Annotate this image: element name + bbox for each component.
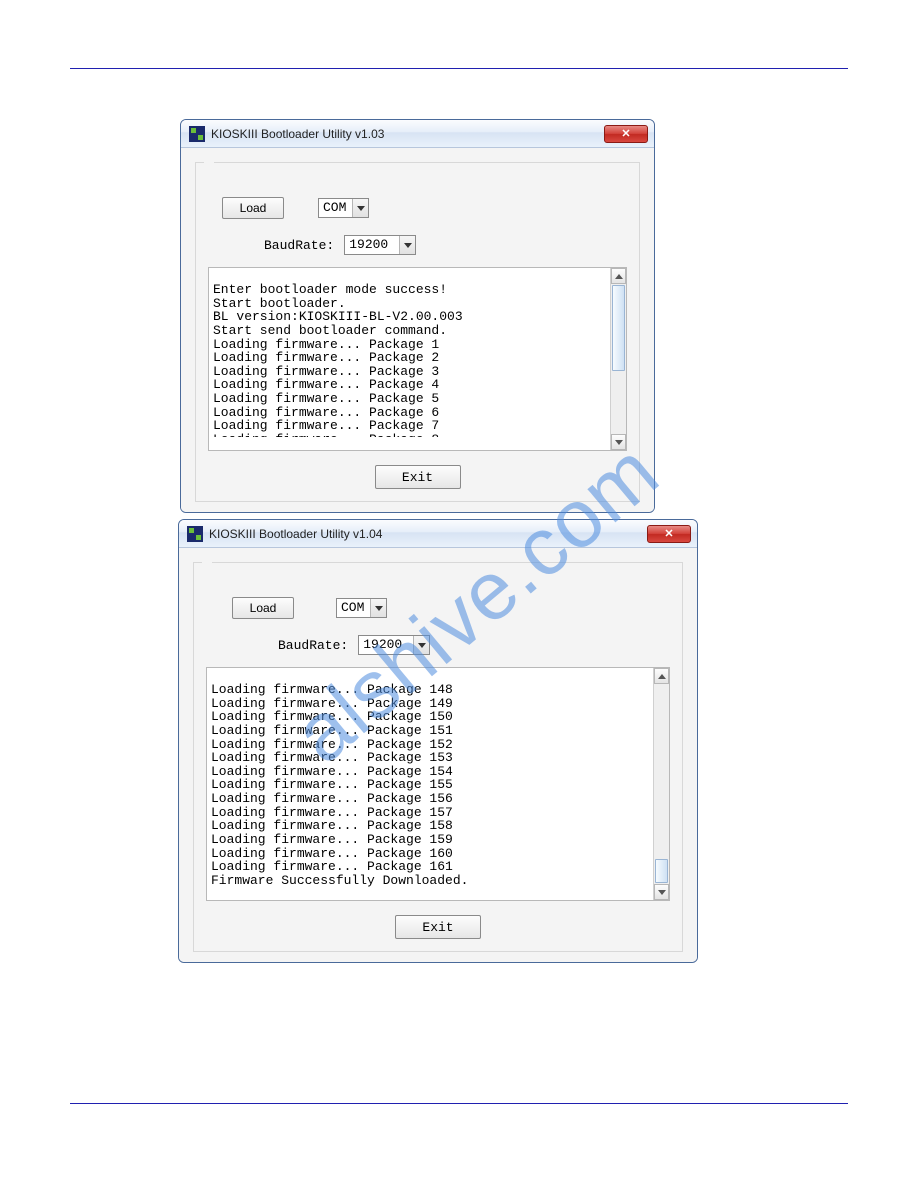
baudrate-select[interactable]: 19200 bbox=[358, 635, 430, 655]
close-button[interactable]: ✕ bbox=[647, 525, 691, 543]
chevron-down-icon[interactable] bbox=[399, 236, 415, 254]
scroll-thumb[interactable] bbox=[655, 859, 668, 883]
close-icon: ✕ bbox=[664, 527, 673, 540]
load-button[interactable]: Load bbox=[222, 197, 284, 219]
window-title: KIOSKIII Bootloader Utility v1.04 bbox=[209, 527, 647, 541]
exit-button[interactable]: Exit bbox=[395, 915, 481, 939]
scroll-thumb[interactable] bbox=[612, 285, 625, 371]
titlebar[interactable]: KIOSKIII Bootloader Utility v1.04 ✕ bbox=[179, 520, 697, 548]
chevron-down-icon[interactable] bbox=[352, 199, 368, 217]
scrollbar[interactable] bbox=[653, 668, 669, 900]
scroll-down-button[interactable] bbox=[654, 884, 669, 900]
scroll-up-button[interactable] bbox=[654, 668, 669, 684]
exit-button[interactable]: Exit bbox=[375, 465, 461, 489]
baudrate-value: 19200 bbox=[345, 236, 399, 254]
log-output: Enter bootloader mode success! Start boo… bbox=[208, 267, 627, 451]
load-button[interactable]: Load bbox=[232, 597, 294, 619]
com-port-value: COM bbox=[337, 599, 370, 617]
bootloader-window-1: KIOSKIII Bootloader Utility v1.03 ✕ Load… bbox=[180, 119, 655, 513]
group-box: Load COM BaudRate: 19200 Enter bootloade… bbox=[195, 162, 640, 502]
baudrate-label: BaudRate: bbox=[264, 238, 334, 253]
scrollbar[interactable] bbox=[610, 268, 626, 450]
log-text: Enter bootloader mode success! Start boo… bbox=[209, 281, 610, 437]
group-box: Load COM BaudRate: 19200 Loading firmwar… bbox=[193, 562, 683, 952]
scroll-up-button[interactable] bbox=[611, 268, 626, 284]
com-port-value: COM bbox=[319, 199, 352, 217]
baudrate-value: 19200 bbox=[359, 636, 413, 654]
chevron-down-icon[interactable] bbox=[413, 636, 429, 654]
client-area: Load COM BaudRate: 19200 Enter bootloade… bbox=[181, 148, 654, 512]
header-rule bbox=[70, 68, 848, 69]
com-port-select[interactable]: COM bbox=[336, 598, 387, 618]
titlebar[interactable]: KIOSKIII Bootloader Utility v1.03 ✕ bbox=[181, 120, 654, 148]
baudrate-label: BaudRate: bbox=[278, 638, 348, 653]
scroll-down-button[interactable] bbox=[611, 434, 626, 450]
log-output: Loading firmware... Package 148 Loading … bbox=[206, 667, 670, 901]
client-area: Load COM BaudRate: 19200 Loading firmwar… bbox=[179, 548, 697, 962]
baudrate-select[interactable]: 19200 bbox=[344, 235, 416, 255]
app-icon bbox=[187, 526, 203, 542]
com-port-select[interactable]: COM bbox=[318, 198, 369, 218]
close-button[interactable]: ✕ bbox=[604, 125, 648, 143]
log-text: Loading firmware... Package 148 Loading … bbox=[207, 681, 653, 887]
app-icon bbox=[189, 126, 205, 142]
footer-rule bbox=[70, 1103, 848, 1104]
chevron-down-icon[interactable] bbox=[370, 599, 386, 617]
close-icon: ✕ bbox=[621, 127, 630, 140]
window-title: KIOSKIII Bootloader Utility v1.03 bbox=[211, 127, 604, 141]
bootloader-window-2: KIOSKIII Bootloader Utility v1.04 ✕ Load… bbox=[178, 519, 698, 963]
